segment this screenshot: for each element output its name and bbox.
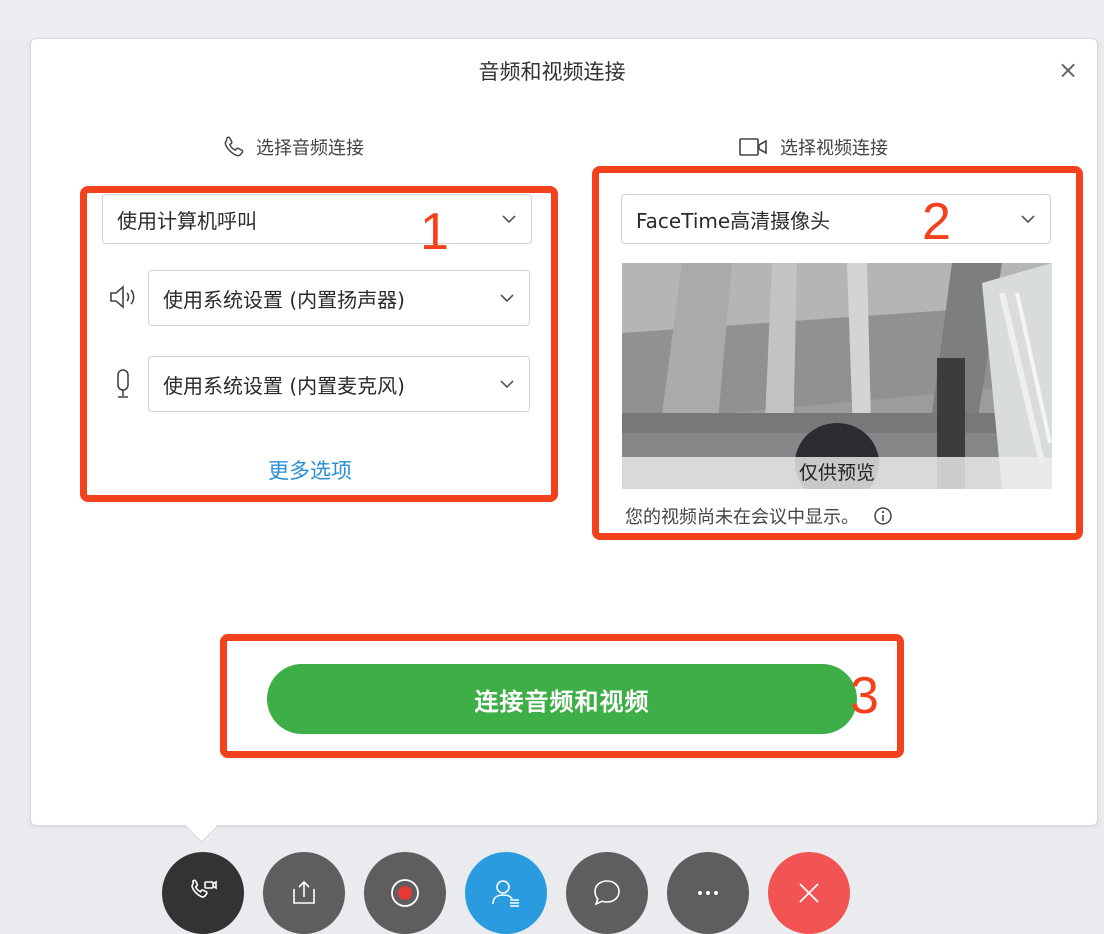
more-button[interactable] — [667, 852, 749, 934]
audio-section-heading: 选择音频连接 — [222, 134, 364, 160]
chat-button[interactable] — [566, 852, 648, 934]
video-section-label: 选择视频连接 — [780, 138, 888, 159]
top-bar — [0, 0, 1104, 40]
annotation-number-1: 1 — [420, 203, 449, 261]
annotation-number-2: 2 — [922, 193, 951, 251]
record-button[interactable] — [364, 852, 446, 934]
end-icon — [799, 883, 819, 903]
end-meeting-button[interactable] — [768, 852, 850, 934]
annotation-box-2 — [592, 166, 1083, 540]
dialog-title: 音频和视频连接 — [478, 60, 626, 84]
annotation-box-3 — [220, 634, 904, 758]
annotation-box-1 — [80, 186, 558, 502]
participants-icon — [492, 880, 519, 907]
chat-icon — [594, 880, 620, 906]
annotation-number-3: 3 — [850, 667, 879, 725]
audio-section-label: 选择音频连接 — [256, 138, 364, 159]
share-icon — [293, 880, 315, 904]
close-button[interactable]: × — [1058, 58, 1078, 82]
participants-button[interactable] — [465, 852, 547, 934]
meeting-toolbar — [0, 852, 1104, 934]
more-icon — [698, 891, 718, 895]
record-icon — [391, 879, 419, 907]
share-button[interactable] — [263, 852, 345, 934]
phone-icon — [224, 136, 244, 157]
audio-video-button[interactable] — [162, 852, 244, 934]
camera-icon — [739, 138, 767, 156]
audio-video-icon — [191, 879, 217, 898]
video-section-heading: 选择视频连接 — [738, 134, 888, 160]
